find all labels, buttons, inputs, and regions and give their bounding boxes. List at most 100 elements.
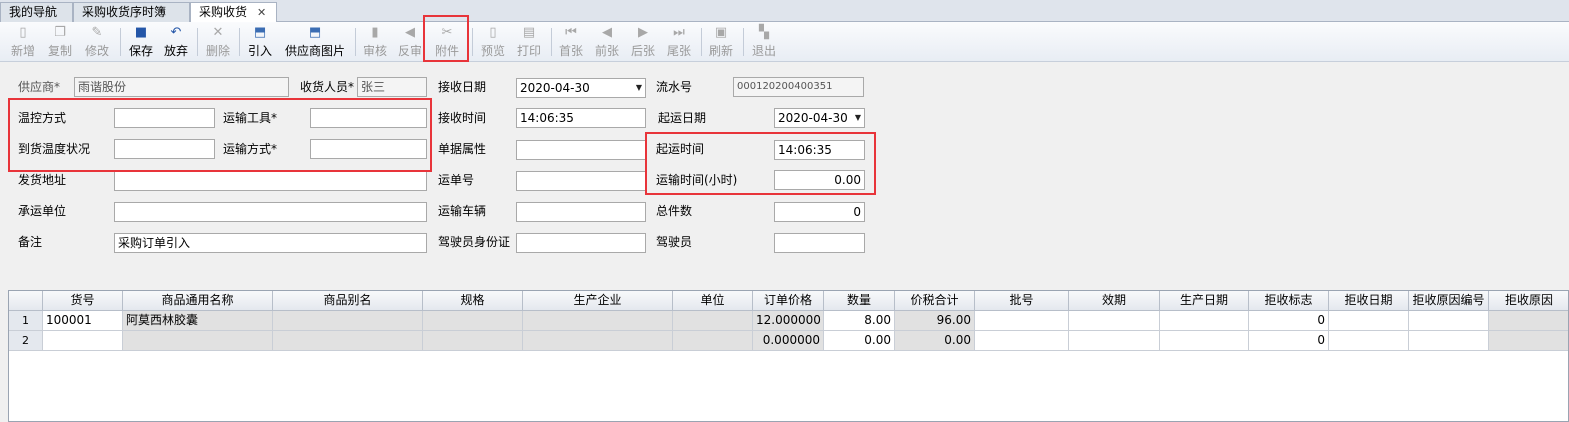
doc-attr-field[interactable] bbox=[516, 140, 646, 160]
temp-control-field[interactable] bbox=[114, 108, 215, 128]
previous-record-button[interactable]: ◀ 前张 bbox=[592, 24, 622, 60]
save-button[interactable]: ■ 保存 bbox=[126, 24, 156, 60]
remark-field[interactable]: 采购订单引入 bbox=[114, 233, 427, 253]
preview-button[interactable]: ▯ 预览 bbox=[478, 24, 508, 60]
col-header-reject-flag[interactable]: 拒收标志 bbox=[1249, 291, 1329, 311]
col-header-generic-name[interactable]: 商品通用名称 bbox=[123, 291, 273, 311]
new-button[interactable]: ▯ 新增 bbox=[8, 24, 38, 60]
driver-field[interactable] bbox=[774, 233, 865, 253]
total-pieces-field[interactable]: 0 bbox=[774, 202, 865, 222]
delete-button[interactable]: ✕ 删除 bbox=[203, 24, 233, 60]
row-number[interactable]: 2 bbox=[9, 331, 43, 351]
cell-generic-name[interactable] bbox=[123, 331, 273, 351]
copy-button[interactable]: ❐ 复制 bbox=[45, 24, 75, 60]
col-header-reject-date[interactable]: 拒收日期 bbox=[1329, 291, 1409, 311]
cell-unit[interactable] bbox=[673, 311, 753, 331]
waybill-field[interactable] bbox=[516, 171, 646, 191]
col-header-reject-reason[interactable]: 拒收原因 bbox=[1489, 291, 1568, 311]
receive-time-field[interactable]: 14:06:35 bbox=[516, 108, 646, 128]
cell-item-no[interactable]: 100001 bbox=[43, 311, 123, 331]
cell-manufacturer[interactable] bbox=[523, 311, 673, 331]
vehicle-field[interactable] bbox=[516, 202, 646, 222]
cell-unit[interactable] bbox=[673, 331, 753, 351]
cell-alias[interactable] bbox=[273, 331, 423, 351]
transport-mode-field[interactable] bbox=[310, 139, 427, 159]
ship-date-picker[interactable]: 2020-04-30 ▼ bbox=[774, 108, 865, 128]
cell-production-date[interactable] bbox=[1160, 311, 1249, 331]
attachment-button[interactable]: ✂ 附件 bbox=[430, 24, 464, 60]
refresh-button[interactable]: ▣ 刷新 bbox=[706, 24, 736, 60]
col-header-alias[interactable]: 商品别名 bbox=[273, 291, 423, 311]
edit-button[interactable]: ✎ 修改 bbox=[82, 24, 112, 60]
cell-production-date[interactable] bbox=[1160, 331, 1249, 351]
receive-date-picker[interactable]: 2020-04-30 ▼ bbox=[516, 78, 646, 98]
cell-reject-reason[interactable] bbox=[1489, 311, 1568, 331]
col-header-expiry[interactable]: 效期 bbox=[1069, 291, 1160, 311]
col-header-item-no[interactable]: 货号 bbox=[43, 291, 123, 311]
chevron-down-icon[interactable]: ▼ bbox=[855, 109, 861, 127]
import-button[interactable]: ⬒ 引入 bbox=[245, 24, 275, 60]
cell-quantity[interactable]: 0.00 bbox=[824, 331, 895, 351]
transport-tool-field[interactable] bbox=[310, 108, 427, 128]
ship-address-field[interactable] bbox=[114, 171, 427, 191]
close-icon[interactable]: ✕ bbox=[257, 6, 266, 19]
cell-item-no[interactable] bbox=[43, 331, 123, 351]
serial-field[interactable]: 000120200400351 bbox=[733, 77, 864, 97]
cell-reject-date[interactable] bbox=[1329, 331, 1409, 351]
driver-id-field[interactable] bbox=[516, 233, 646, 253]
cell-expiry[interactable] bbox=[1069, 331, 1160, 351]
cell-reject-date[interactable] bbox=[1329, 311, 1409, 331]
tab-my-navigation[interactable]: 我的导航 bbox=[0, 2, 73, 22]
last-record-button[interactable]: ⏭ 尾张 bbox=[664, 24, 694, 60]
ship-time-field[interactable]: 14:06:35 bbox=[774, 140, 865, 160]
next-record-button[interactable]: ▶ 后张 bbox=[628, 24, 658, 60]
cell-batch[interactable] bbox=[975, 331, 1069, 351]
cell-expiry[interactable] bbox=[1069, 311, 1160, 331]
cell-reject-flag[interactable]: 0 bbox=[1249, 311, 1329, 331]
cell-quantity[interactable]: 8.00 bbox=[824, 311, 895, 331]
carrier-field[interactable] bbox=[114, 202, 427, 222]
arrival-temp-field[interactable] bbox=[114, 139, 215, 159]
discard-button[interactable]: ↶ 放弃 bbox=[161, 24, 191, 60]
table-row[interactable]: 1 100001 阿莫西林胶囊 12.000000 8.00 96.00 0 bbox=[9, 311, 1568, 331]
unaudit-button[interactable]: ◀ 反审 bbox=[395, 24, 425, 60]
col-header-order-price[interactable]: 订单价格 bbox=[753, 291, 824, 311]
receipt-form: 供应商* 雨谐股份 收货人员* 张三 接收日期 2020-04-30 ▼ 流水号 … bbox=[0, 63, 1569, 288]
col-header-unit[interactable]: 单位 bbox=[673, 291, 753, 311]
tab-purchase-receipt[interactable]: 采购收货 ✕ bbox=[190, 2, 277, 23]
grid-corner[interactable] bbox=[9, 291, 43, 311]
audit-button[interactable]: ▮ 审核 bbox=[360, 24, 390, 60]
print-button[interactable]: ▤ 打印 bbox=[514, 24, 544, 60]
col-header-spec[interactable]: 规格 bbox=[423, 291, 523, 311]
table-row[interactable]: 2 0.000000 0.00 0.00 0 bbox=[9, 331, 1568, 351]
cell-spec[interactable] bbox=[423, 331, 523, 351]
cell-batch[interactable] bbox=[975, 311, 1069, 331]
col-header-total[interactable]: 价税合计 bbox=[895, 291, 975, 311]
row-number[interactable]: 1 bbox=[9, 311, 43, 331]
tab-purchase-receipt-journal[interactable]: 采购收货序时簿 bbox=[73, 2, 190, 22]
cell-generic-name[interactable]: 阿莫西林胶囊 bbox=[123, 311, 273, 331]
col-header-manufacturer[interactable]: 生产企业 bbox=[523, 291, 673, 311]
exit-button[interactable]: ▚ 退出 bbox=[749, 24, 779, 60]
supplier-image-button[interactable]: ⬒ 供应商图片 bbox=[282, 24, 348, 60]
cell-total[interactable]: 96.00 bbox=[895, 311, 975, 331]
cell-total[interactable]: 0.00 bbox=[895, 331, 975, 351]
cell-reject-reason-code[interactable] bbox=[1409, 331, 1489, 351]
cell-spec[interactable] bbox=[423, 311, 523, 331]
cell-alias[interactable] bbox=[273, 311, 423, 331]
cell-order-price[interactable]: 12.000000 bbox=[753, 311, 824, 331]
cell-reject-reason-code[interactable] bbox=[1409, 311, 1489, 331]
cell-reject-flag[interactable]: 0 bbox=[1249, 331, 1329, 351]
cell-manufacturer[interactable] bbox=[523, 331, 673, 351]
col-header-production-date[interactable]: 生产日期 bbox=[1160, 291, 1249, 311]
cell-order-price[interactable]: 0.000000 bbox=[753, 331, 824, 351]
supplier-field[interactable]: 雨谐股份 bbox=[74, 77, 289, 97]
col-header-quantity[interactable]: 数量 bbox=[824, 291, 895, 311]
col-header-reject-reason-code[interactable]: 拒收原因编号 bbox=[1409, 291, 1489, 311]
chevron-down-icon[interactable]: ▼ bbox=[636, 79, 642, 97]
transit-hours-field[interactable]: 0.00 bbox=[774, 170, 865, 190]
first-record-button[interactable]: ⏮ 首张 bbox=[556, 24, 586, 60]
cell-reject-reason[interactable] bbox=[1489, 331, 1568, 351]
col-header-batch[interactable]: 批号 bbox=[975, 291, 1069, 311]
receiver-field[interactable]: 张三 bbox=[357, 77, 427, 97]
